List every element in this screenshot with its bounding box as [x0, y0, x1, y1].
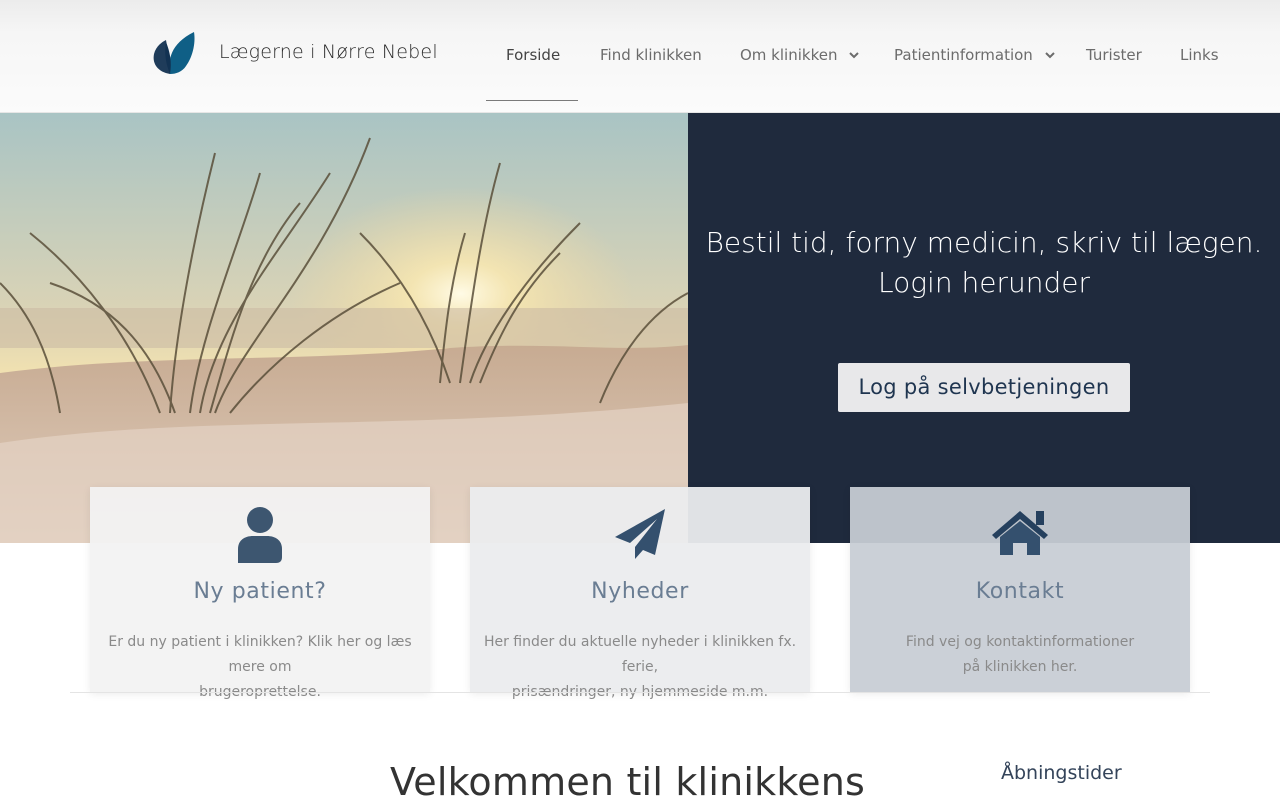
nav-label: Links	[1180, 46, 1219, 64]
welcome-heading: Velkommen til klinikkens	[390, 760, 866, 804]
nav-links[interactable]: Links	[1180, 46, 1219, 64]
card-title: Kontakt	[975, 579, 1065, 604]
nav-label: Patientinformation	[894, 46, 1033, 64]
card-text-line: Find vej og kontaktinformationer	[905, 634, 1135, 650]
card-contact[interactable]: Kontakt Find vej og kontaktinformationer…	[850, 487, 1190, 692]
opening-hours-heading: Åbningstider	[1001, 762, 1122, 784]
site-header: Lægerne i Nørre Nebel Forside Find klini…	[0, 0, 1280, 113]
nav-label: Turister	[1086, 46, 1142, 64]
nav-find-klinikken[interactable]: Find klinikken	[600, 46, 702, 64]
hero-line-2: Login herunder	[878, 266, 1090, 299]
nav-om-klinikken[interactable]: Om klinikken	[740, 46, 859, 64]
logo-leaf-icon[interactable]	[152, 30, 196, 76]
hero-headline: Bestil tid, forny medicin, skriv til læg…	[688, 223, 1280, 303]
card-news[interactable]: Nyheder Her finder du aktuelle nyheder i…	[470, 487, 810, 700]
chevron-down-icon	[1044, 52, 1055, 59]
card-title: Ny patient?	[193, 579, 327, 604]
active-nav-indicator	[486, 100, 578, 101]
nav-forside[interactable]: Forside	[506, 46, 560, 64]
section-divider	[70, 692, 1210, 693]
paper-plane-icon	[615, 509, 665, 559]
card-text-line: Her finder du aktuelle nyheder i klinikk…	[483, 634, 797, 675]
site-title[interactable]: Lægerne i Nørre Nebel	[219, 41, 438, 63]
card-new-patient[interactable]: Ny patient? Er du ny patient i klinikken…	[90, 487, 430, 700]
chevron-down-icon	[849, 52, 859, 59]
user-icon	[238, 507, 282, 563]
card-title: Nyheder	[591, 579, 689, 604]
hero-beach-image	[0, 113, 688, 543]
login-self-service-button[interactable]: Log på selvbetjeningen	[838, 363, 1130, 412]
hero-login-panel	[688, 113, 1280, 543]
hero-line-1: Bestil tid, forny medicin, skriv til læg…	[705, 226, 1263, 259]
nav-patientinformation[interactable]: Patientinformation	[894, 46, 1055, 64]
home-icon	[992, 511, 1048, 555]
card-text-line: på klinikken her.	[962, 659, 1078, 675]
card-text-line: Er du ny patient i klinikken? Klik her o…	[108, 634, 412, 675]
nav-label: Find klinikken	[600, 46, 702, 64]
card-text: Find vej og kontaktinformationer på klin…	[860, 630, 1180, 680]
nav-label: Om klinikken	[740, 46, 838, 64]
nav-label: Forside	[506, 46, 561, 64]
card-text: Her finder du aktuelle nyheder i klinikk…	[480, 630, 800, 705]
card-text: Er du ny patient i klinikken? Klik her o…	[100, 630, 420, 705]
nav-turister[interactable]: Turister	[1086, 46, 1142, 64]
